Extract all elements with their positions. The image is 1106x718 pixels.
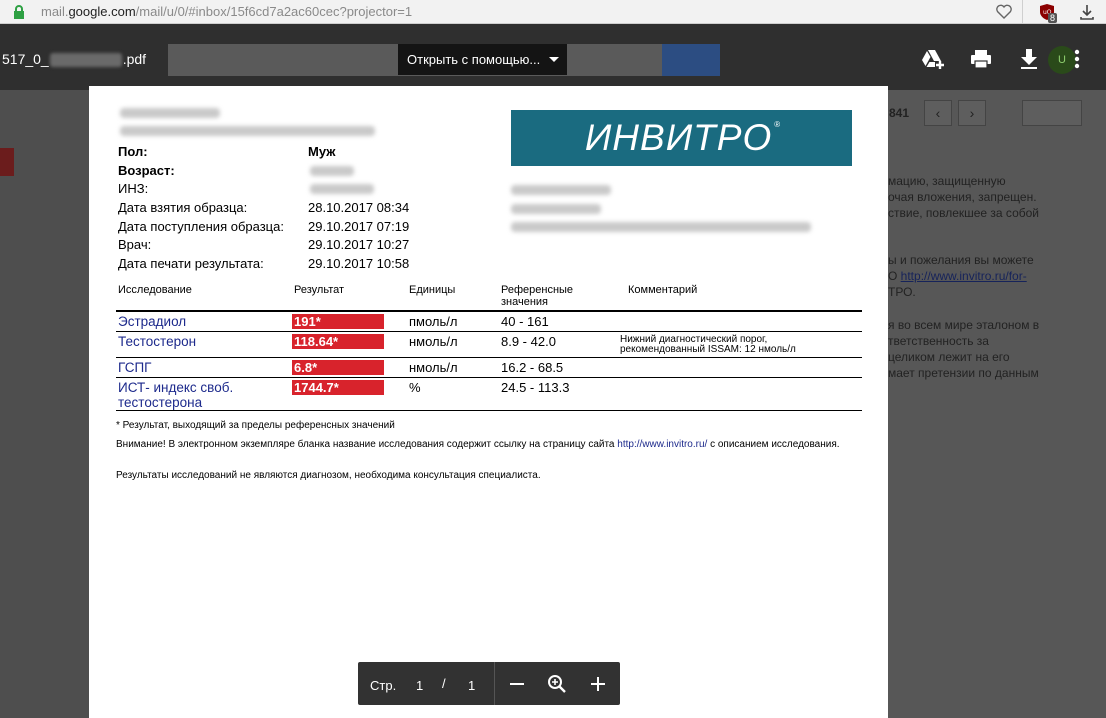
gmail-bg-line: очая вложения, запрещен. (888, 190, 1037, 204)
table-divider (116, 377, 862, 378)
footnote-attention: Внимание! В электронном экземпляре бланк… (116, 439, 840, 450)
field-value: 29.10.2017 07:19 (308, 219, 410, 234)
field-label: Врач: (118, 237, 152, 252)
gmail-settings-dimmed (1022, 100, 1082, 126)
field-label: Дата взятия образца: (118, 200, 248, 215)
download-icon[interactable] (1016, 46, 1042, 72)
redacted-text (120, 126, 375, 136)
reference-range: 24.5 - 113.3 (501, 380, 570, 395)
result-units: нмоль/л (409, 334, 458, 349)
study-name-link[interactable]: ИСТ- индекс своб. тестостерона (118, 380, 268, 410)
ublock-badge: 8 (1048, 13, 1058, 23)
column-header-result: Результат (294, 284, 345, 296)
column-header-study: Исследование (118, 284, 192, 296)
result-value-flagged: 1744.7* (292, 380, 384, 395)
field-label: Пол: (118, 144, 148, 159)
column-header-units: Единицы (409, 284, 456, 296)
column-header-reference: Референсные значения (501, 284, 574, 308)
zoom-in-icon[interactable] (586, 672, 610, 696)
lock-icon (9, 2, 29, 22)
pdf-page: Пол: Муж Возраст: ИНЗ: Дата взятия образ… (89, 86, 888, 718)
open-with-label: Открыть с помощью... (407, 52, 541, 67)
gmail-bg-line: мацию, защищенную (888, 174, 1006, 188)
result-value-flagged: 118.64* (292, 334, 384, 349)
table-divider (116, 331, 862, 332)
result-value-flagged: 191* (292, 314, 384, 329)
browser-url-bar[interactable]: mail.google.com/mail/u/0/#inbox/15f6cd7a… (0, 0, 1106, 24)
study-name-link[interactable]: Эстрадиол (118, 314, 186, 329)
reference-range: 16.2 - 68.5 (501, 360, 564, 375)
result-units: пмоль/л (409, 314, 458, 329)
page-total: 1 (468, 678, 476, 693)
gmail-compose-dimmed (0, 148, 14, 176)
url-text[interactable]: mail.google.com/mail/u/0/#inbox/15f6cd7a… (41, 4, 412, 19)
more-options-icon[interactable] (1064, 46, 1090, 72)
chevron-down-icon (549, 57, 559, 62)
print-icon[interactable] (968, 46, 994, 72)
gmail-bg-line: ствие, повлекшее за собой (888, 206, 1039, 220)
attachment-filename: 517_0_ .pdf (2, 51, 147, 68)
field-label: Дата печати результата: (118, 256, 264, 271)
redacted-text (310, 184, 374, 194)
reference-range: 8.9 - 42.0 (501, 334, 556, 349)
gmail-bg-line: я во всем мире эталоном в (888, 318, 1040, 332)
gmail-bg-line: тветственность за (888, 334, 989, 348)
field-value: 29.10.2017 10:27 (308, 237, 410, 252)
open-with-dropdown[interactable]: Открыть с помощью... (398, 44, 567, 75)
result-comment: Нижний диагностический порог, рекомендов… (620, 334, 796, 355)
add-to-drive-icon[interactable] (920, 46, 946, 72)
footnote-flag: * Результат, выходящий за пределы рефере… (116, 420, 395, 431)
result-units: % (409, 380, 421, 395)
field-value: 28.10.2017 08:34 (308, 200, 410, 215)
gmail-bg-line: ТРО. (888, 285, 916, 299)
redacted-text (511, 222, 811, 232)
result-units: нмоль/л (409, 360, 458, 375)
toolbar-separator (1022, 0, 1023, 24)
redacted-text (511, 204, 601, 214)
table-divider (116, 410, 862, 411)
redacted-text (511, 185, 611, 195)
gmail-bg-line: мает претензии по данным (888, 366, 1039, 380)
table-divider (116, 310, 862, 312)
footnote-disclaimer: Результаты исследований не являются диаг… (116, 470, 541, 481)
field-value: Муж (308, 144, 336, 159)
invitro-logo: ИНВИТРО ® (511, 110, 852, 166)
invitro-link[interactable]: http://www.invitro.ru/ (617, 439, 707, 450)
page-slash: / (442, 676, 446, 691)
gmail-prev-button: ‹ (924, 100, 952, 126)
page-label: Стр. (370, 678, 397, 693)
pager-separator (494, 662, 495, 705)
zoom-out-icon[interactable] (505, 672, 529, 696)
study-name-link[interactable]: Тестостерон (118, 334, 196, 349)
gmail-bg-link-line: О http://www.invitro.ru/for- (888, 269, 1027, 283)
column-header-comment: Комментарий (628, 284, 698, 296)
study-name-link[interactable]: ГСПГ (118, 360, 151, 375)
table-divider (116, 357, 862, 358)
field-label: Возраст: (118, 163, 175, 178)
field-value: 29.10.2017 10:58 (308, 256, 410, 271)
reference-range: 40 - 161 (501, 314, 549, 329)
gmail-next-button: › (958, 100, 986, 126)
gmail-bg-line: ы и пожелания вы можете (888, 253, 1034, 267)
result-value-flagged: 6.8* (292, 360, 384, 375)
page-controls: Стр. 1 / 1 (358, 662, 620, 705)
gmail-message-count: 841 (889, 106, 910, 120)
field-label: Дата поступления образца: (118, 219, 284, 234)
field-label: ИНЗ: (118, 181, 149, 196)
gmail-search-button-dimmed (662, 44, 720, 76)
zoom-reset-icon[interactable] (545, 672, 569, 696)
redacted-text (310, 166, 354, 176)
downloads-icon[interactable] (1078, 3, 1096, 21)
redacted-text (120, 108, 220, 118)
bookmark-heart-icon[interactable] (995, 3, 1013, 21)
gmail-bg-line: целиком лежит на его (888, 350, 1010, 364)
page-current[interactable]: 1 (416, 678, 423, 693)
